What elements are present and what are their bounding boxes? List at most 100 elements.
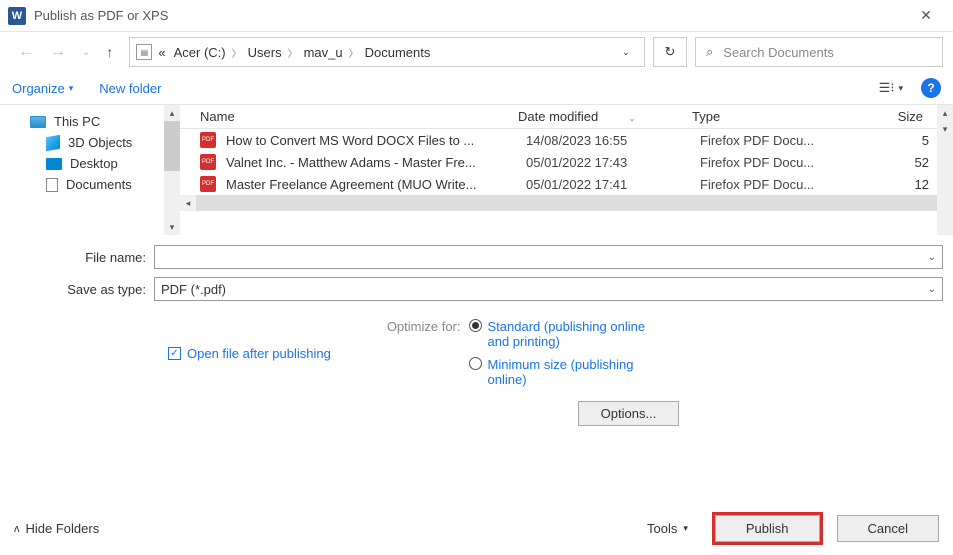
col-name[interactable]: Name <box>200 109 518 124</box>
nav-arrows: ← → ⌄ ↑ <box>10 43 121 61</box>
organize-button[interactable]: Organize ▾ <box>12 81 73 96</box>
col-date[interactable]: Date modified⌄ <box>518 109 692 124</box>
sidebar-item-label: Documents <box>66 177 132 192</box>
radio-icon <box>469 357 482 370</box>
file-date: 05/01/2022 17:41 <box>526 177 700 192</box>
breadcrumb-seg-3[interactable]: mav_u <box>304 45 343 60</box>
scroll-down-icon[interactable]: ▾ <box>937 121 953 137</box>
radio-minimum-label: Minimum size (publishing online) <box>488 357 658 387</box>
file-row[interactable]: PDF How to Convert MS Word DOCX Files to … <box>180 129 953 151</box>
breadcrumb-seg-1[interactable]: Acer (C:) <box>174 45 226 60</box>
search-input[interactable]: ⌕ Search Documents <box>695 37 943 67</box>
up-button[interactable]: ↑ <box>106 44 113 60</box>
scroll-track[interactable] <box>196 195 937 211</box>
breadcrumb-root[interactable]: « <box>158 45 165 60</box>
toolbar: Organize ▾ New folder ☰⁝ ▾ ? <box>0 72 953 105</box>
checkbox-icon: ✓ <box>168 347 181 360</box>
save-type-value: PDF (*.pdf) <box>161 282 226 297</box>
hide-folders-button[interactable]: ʌ Hide Folders <box>14 521 99 536</box>
breadcrumb-seg-4[interactable]: Documents <box>365 45 431 60</box>
publish-button[interactable]: Publish <box>715 515 820 542</box>
recent-dropdown[interactable]: ⌄ <box>82 47 90 58</box>
sidebar-item-label: Desktop <box>70 156 118 171</box>
chevron-right-icon[interactable]: 〉 <box>232 45 242 60</box>
scroll-left-icon[interactable]: ◂ <box>180 198 196 209</box>
file-date: 05/01/2022 17:43 <box>526 155 700 170</box>
sidebar-item-desktop[interactable]: Desktop <box>30 153 180 174</box>
tools-label: Tools <box>647 521 677 536</box>
tools-button[interactable]: Tools ▾ <box>647 521 698 536</box>
sidebar-item-documents[interactable]: Documents <box>30 174 180 195</box>
window-title: Publish as PDF or XPS <box>34 8 903 23</box>
optimize-label: Optimize for: <box>387 319 461 387</box>
h-scrollbar[interactable]: ◂ ▸ <box>180 195 953 211</box>
list-view-icon: ☰⁝ <box>879 80 895 96</box>
col-type[interactable]: Type <box>692 109 846 124</box>
dropdown-caret-icon[interactable]: ⌄ <box>928 284 936 295</box>
sort-caret-icon: ⌄ <box>628 113 636 124</box>
organize-label: Organize <box>12 81 65 96</box>
new-folder-button[interactable]: New folder <box>99 81 161 96</box>
file-type: Firefox PDF Docu... <box>700 133 854 148</box>
options: ✓ Open file after publishing Optimize fo… <box>14 309 943 395</box>
open-after-checkbox[interactable]: ✓ Open file after publishing <box>168 319 331 387</box>
desktop-icon <box>46 158 62 170</box>
view-button[interactable]: ☰⁝ ▾ <box>879 80 903 96</box>
file-name-label: File name: <box>14 250 154 265</box>
file-name: Master Freelance Agreement (MUO Write... <box>226 177 526 192</box>
dropdown-caret-icon: ▾ <box>683 523 688 534</box>
file-list: Name Date modified⌄ Type Size PDF How to … <box>180 105 953 211</box>
word-icon: W <box>8 7 26 25</box>
refresh-button[interactable]: ↻ <box>653 37 687 67</box>
chevron-right-icon[interactable]: 〉 <box>288 45 298 60</box>
search-icon: ⌕ <box>706 44 713 60</box>
file-date: 14/08/2023 16:55 <box>526 133 700 148</box>
title-bar: W Publish as PDF or XPS ✕ <box>0 0 953 32</box>
sidebar-item-label: 3D Objects <box>68 135 132 150</box>
address-bar[interactable]: ▤ « Acer (C:) 〉 Users 〉 mav_u 〉 Document… <box>129 37 645 67</box>
scroll-up-icon[interactable]: ▴ <box>164 105 180 121</box>
pdf-icon: PDF <box>200 154 216 170</box>
radio-standard-label: Standard (publishing online and printing… <box>488 319 658 349</box>
file-size: 52 <box>854 155 943 170</box>
radio-minimum[interactable]: Minimum size (publishing online) <box>469 357 658 387</box>
radio-standard[interactable]: Standard (publishing online and printing… <box>469 319 658 349</box>
file-name-input[interactable]: ⌄ <box>154 245 943 269</box>
main-area: This PC 3D Objects Desktop Documents ▴ ▾… <box>0 105 953 235</box>
footer: ʌ Hide Folders Tools ▾ Publish Cancel <box>0 512 953 545</box>
close-button[interactable]: ✕ <box>903 1 949 31</box>
sidebar-item-3d-objects[interactable]: 3D Objects <box>30 132 180 153</box>
file-type: Firefox PDF Docu... <box>700 177 854 192</box>
scroll-up-icon[interactable]: ▴ <box>937 105 953 121</box>
breadcrumb-seg-2[interactable]: Users <box>248 45 282 60</box>
search-placeholder: Search Documents <box>723 45 834 60</box>
folder-icon: ▤ <box>136 44 152 60</box>
sidebar-item-this-pc[interactable]: This PC <box>30 111 180 132</box>
scroll-thumb[interactable] <box>164 121 180 171</box>
save-type-label: Save as type: <box>14 282 154 297</box>
col-size[interactable]: Size <box>846 109 943 124</box>
file-type: Firefox PDF Docu... <box>700 155 854 170</box>
nav-bar: ← → ⌄ ↑ ▤ « Acer (C:) 〉 Users 〉 mav_u 〉 … <box>0 32 953 72</box>
3d-icon <box>46 134 60 150</box>
file-name: How to Convert MS Word DOCX Files to ... <box>226 133 526 148</box>
address-dropdown[interactable]: ⌄ <box>614 47 638 58</box>
options-button[interactable]: Options... <box>578 401 680 426</box>
chevron-up-icon: ʌ <box>14 523 20 535</box>
open-after-label: Open file after publishing <box>187 346 331 361</box>
back-button[interactable]: ← <box>18 43 34 61</box>
scroll-down-icon[interactable]: ▾ <box>164 219 180 235</box>
pdf-icon: PDF <box>200 132 216 148</box>
cancel-button[interactable]: Cancel <box>837 515 939 542</box>
forward-button[interactable]: → <box>50 43 66 61</box>
save-type-input[interactable]: PDF (*.pdf) ⌄ <box>154 277 943 301</box>
dropdown-caret-icon[interactable]: ⌄ <box>928 252 936 263</box>
sidebar-scrollbar[interactable]: ▴ ▾ <box>164 105 180 235</box>
help-button[interactable]: ? <box>921 78 941 98</box>
v-scrollbar[interactable]: ▴ ▾ <box>937 105 953 235</box>
file-row[interactable]: PDF Valnet Inc. - Matthew Adams - Master … <box>180 151 953 173</box>
file-name: Valnet Inc. - Matthew Adams - Master Fre… <box>226 155 526 170</box>
file-row[interactable]: PDFMaster Freelance Agreement (MUO Write… <box>180 173 953 195</box>
pc-icon <box>30 116 46 128</box>
chevron-right-icon[interactable]: 〉 <box>349 45 359 60</box>
